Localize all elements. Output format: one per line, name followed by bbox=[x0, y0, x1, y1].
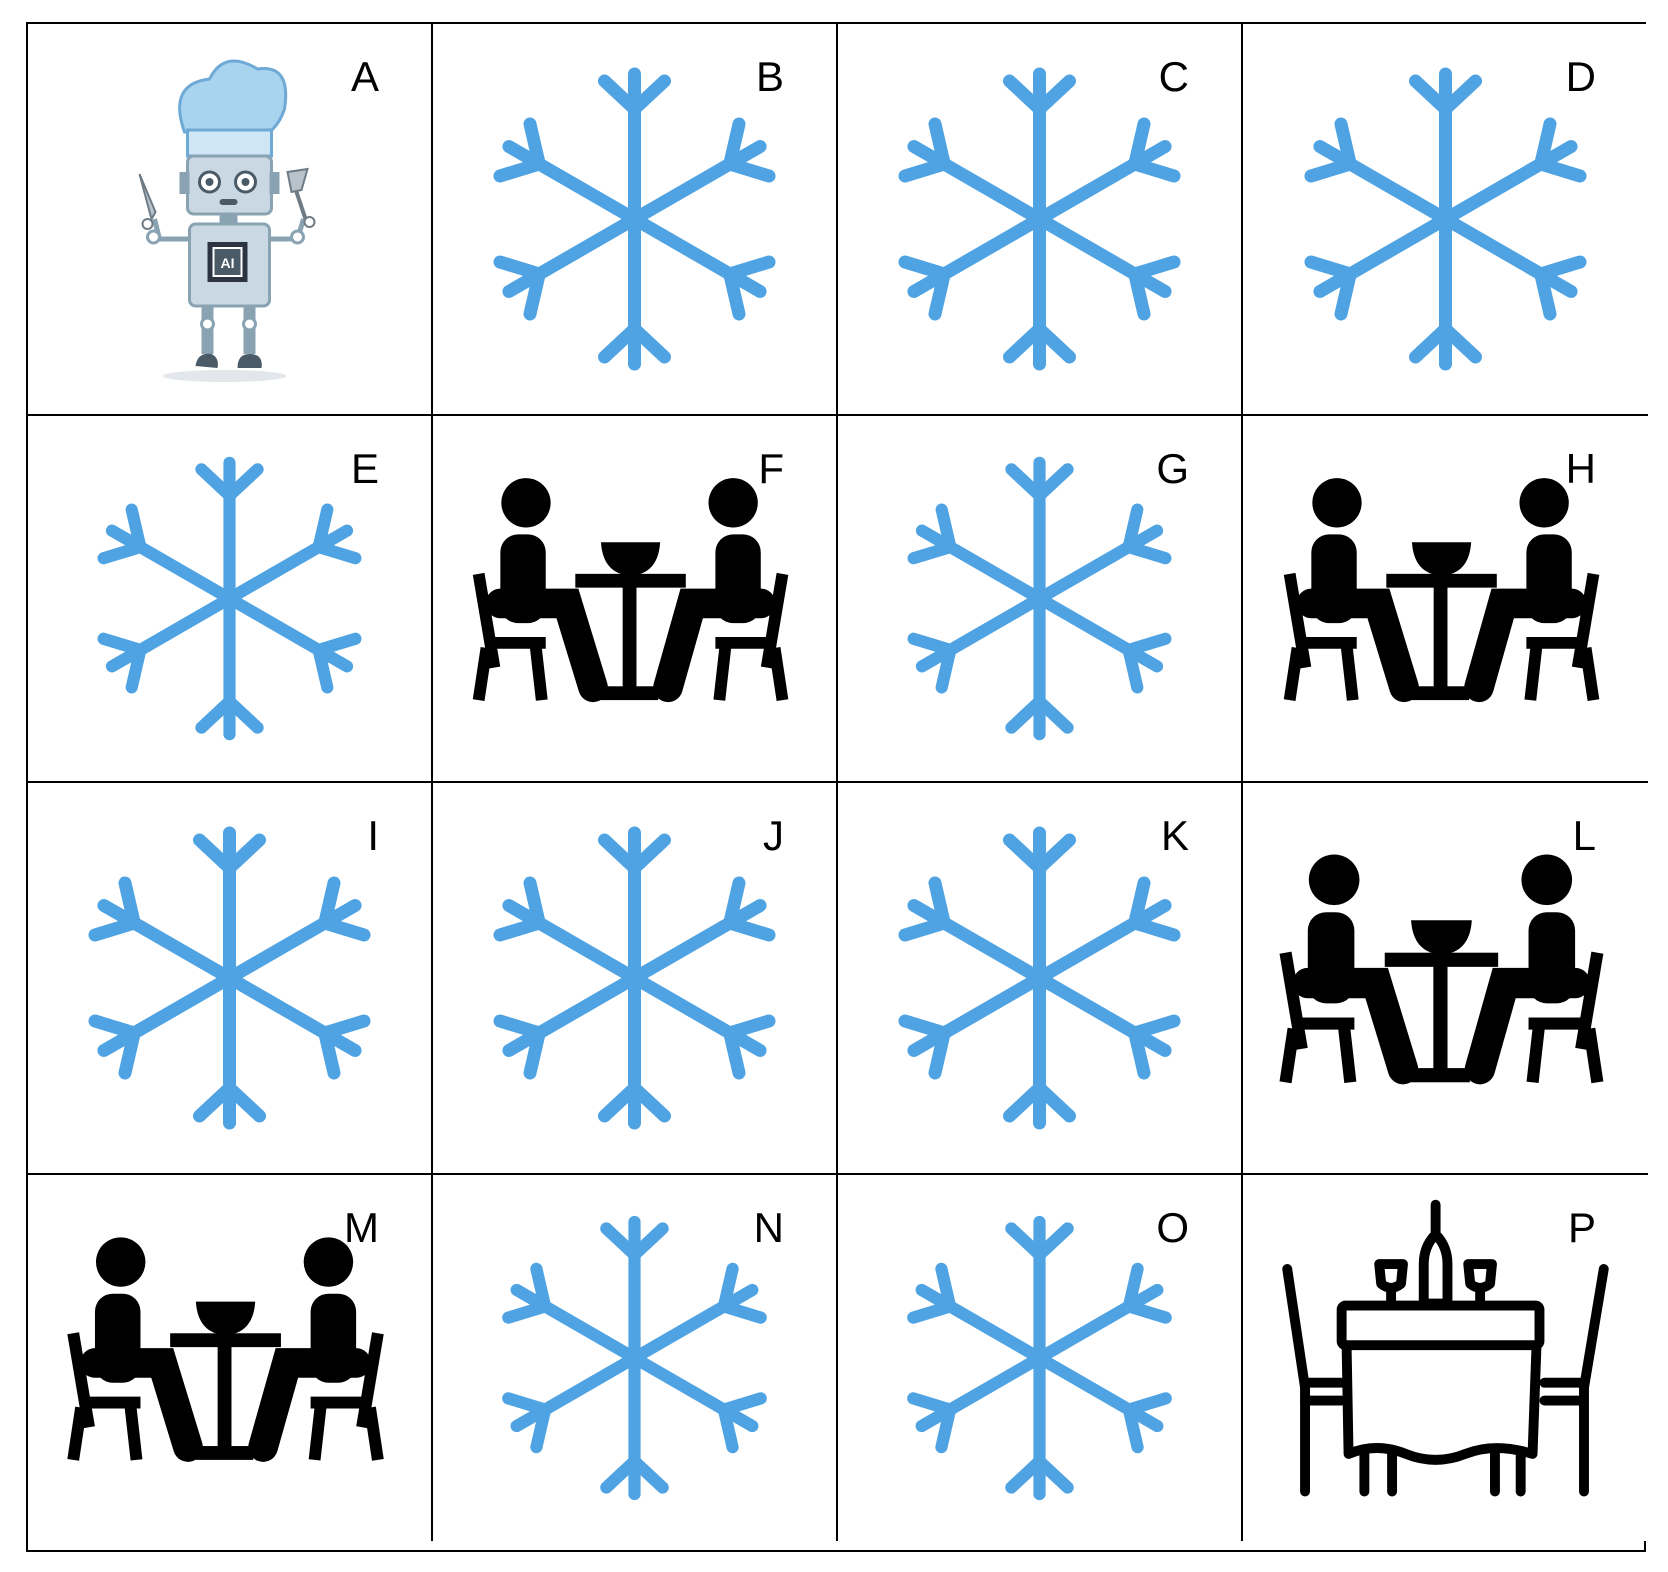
grid-cell[interactable]: K bbox=[838, 783, 1243, 1175]
grid-cell[interactable]: O bbox=[838, 1175, 1243, 1541]
grid-cell[interactable]: I bbox=[28, 783, 433, 1175]
grid-cell[interactable]: C bbox=[838, 24, 1243, 416]
cell-label: N bbox=[753, 1204, 784, 1251]
cell-label: F bbox=[758, 445, 784, 492]
grid-cell[interactable]: J bbox=[433, 783, 838, 1175]
cell-label: E bbox=[350, 445, 379, 492]
cell-label: G bbox=[1156, 445, 1189, 492]
cell-label: A bbox=[350, 53, 379, 100]
grid-cell[interactable]: L bbox=[1243, 783, 1648, 1175]
grid-cell[interactable]: F bbox=[433, 416, 838, 783]
cell-label: B bbox=[755, 53, 784, 100]
grid-cell[interactable]: D bbox=[1243, 24, 1648, 416]
svg-text:AI: AI bbox=[221, 255, 235, 271]
cell-label: J bbox=[763, 812, 784, 859]
cell-label: I bbox=[367, 812, 379, 859]
cell-label: P bbox=[1567, 1204, 1596, 1251]
cell-label: H bbox=[1565, 445, 1596, 492]
icon-grid: AI A B C D E F G H I J K L M N O P bbox=[26, 22, 1648, 1552]
grid-cell[interactable]: P bbox=[1243, 1175, 1648, 1541]
cell-label: L bbox=[1572, 812, 1596, 859]
grid-cell[interactable]: E bbox=[28, 416, 433, 783]
cell-label: C bbox=[1158, 53, 1189, 100]
grid-cell[interactable]: H bbox=[1243, 416, 1648, 783]
cell-label: M bbox=[344, 1204, 379, 1251]
grid-cell[interactable]: AI A bbox=[28, 24, 433, 416]
cell-label: K bbox=[1160, 812, 1189, 859]
cell-label: D bbox=[1565, 53, 1596, 100]
grid-cell[interactable]: N bbox=[433, 1175, 838, 1541]
grid-cell[interactable]: M bbox=[28, 1175, 433, 1541]
grid-cell[interactable]: B bbox=[433, 24, 838, 416]
grid-cell[interactable]: G bbox=[838, 416, 1243, 783]
cell-label: O bbox=[1156, 1204, 1189, 1251]
